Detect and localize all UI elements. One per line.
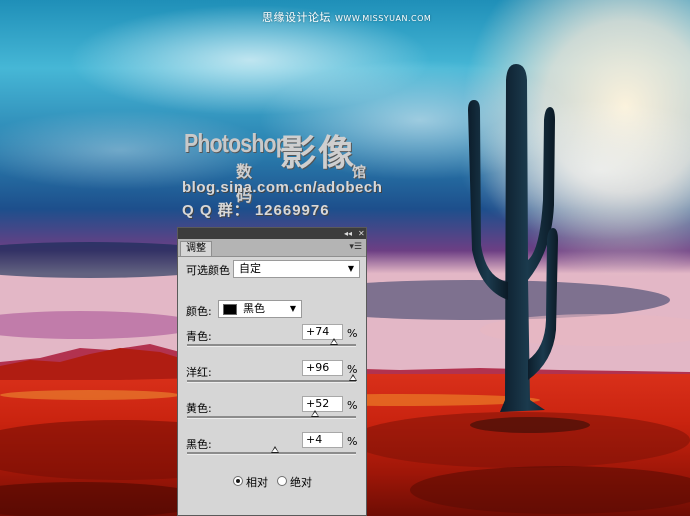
blog-watermark: blog.sina.com.cn/adobech [182,179,383,196]
yellow-slider-track[interactable] [187,410,356,419]
absolute-radio[interactable] [277,476,287,486]
logo-photoshop-text: Photoshop [184,128,289,158]
panel-menu-icon[interactable]: ▾☰ [349,241,362,253]
cyan-percent: % [347,327,358,340]
close-icon[interactable]: ✕ [358,228,365,239]
color-swatch [223,304,237,315]
adjustments-panel: ◂◂ ✕ 调整 ▾☰ 可选颜色 自定 ▼ 颜色: 黑色 ▼ 青色: +74 % … [177,227,367,516]
colors-value: 黑色 [243,302,265,315]
black-label: 黑色: [186,438,212,451]
panel-titlebar[interactable]: ◂◂ ✕ [178,228,366,239]
magenta-slider-thumb[interactable] [348,374,357,381]
dropdown-arrow-icon: ▼ [347,264,354,273]
cyan-label: 青色: [186,330,212,343]
yellow-value-input[interactable]: +52 [302,396,343,412]
relative-radio[interactable] [233,476,243,486]
colors-label: 颜色: [186,305,212,318]
yellow-label: 黄色: [186,402,212,415]
magenta-slider-track[interactable] [187,374,357,383]
colors-dropdown[interactable]: 黑色 ▼ [218,300,302,318]
cyan-slider-track[interactable] [187,338,356,347]
black-slider-thumb[interactable] [270,446,279,453]
black-slider-track[interactable] [187,446,356,455]
selective-color-title: 可选颜色 [186,264,230,277]
preset-value: 自定 [239,262,261,275]
black-value-input[interactable]: +4 [302,432,343,448]
logo-big-text: 影像 [280,133,357,174]
qq-watermark: Q Q 群： 12669976 [182,202,330,219]
tab-adjustments[interactable]: 调整 [180,241,212,256]
black-percent: % [347,435,358,448]
site-watermark: 思缘设计论坛 WWW.MISSYUAN.COM [262,9,431,25]
magenta-label: 洋红: [186,366,212,379]
site-watermark-text: 思缘设计论坛 [262,11,331,24]
relative-label[interactable]: 相对 [246,474,268,490]
yellow-percent: % [347,399,358,412]
site-watermark-url: WWW.MISSYUAN.COM [335,14,432,23]
absolute-label[interactable]: 绝对 [290,474,312,490]
yellow-slider-thumb[interactable] [311,410,320,417]
double-left-arrow-icon[interactable]: ◂◂ [344,228,352,239]
preset-dropdown[interactable]: 自定 ▼ [233,260,360,278]
dropdown-arrow-icon: ▼ [289,304,296,313]
cyan-slider-thumb[interactable] [330,338,339,345]
magenta-value-input[interactable]: +96 [302,360,343,376]
panel-tabstrip: 调整 ▾☰ [178,239,366,257]
